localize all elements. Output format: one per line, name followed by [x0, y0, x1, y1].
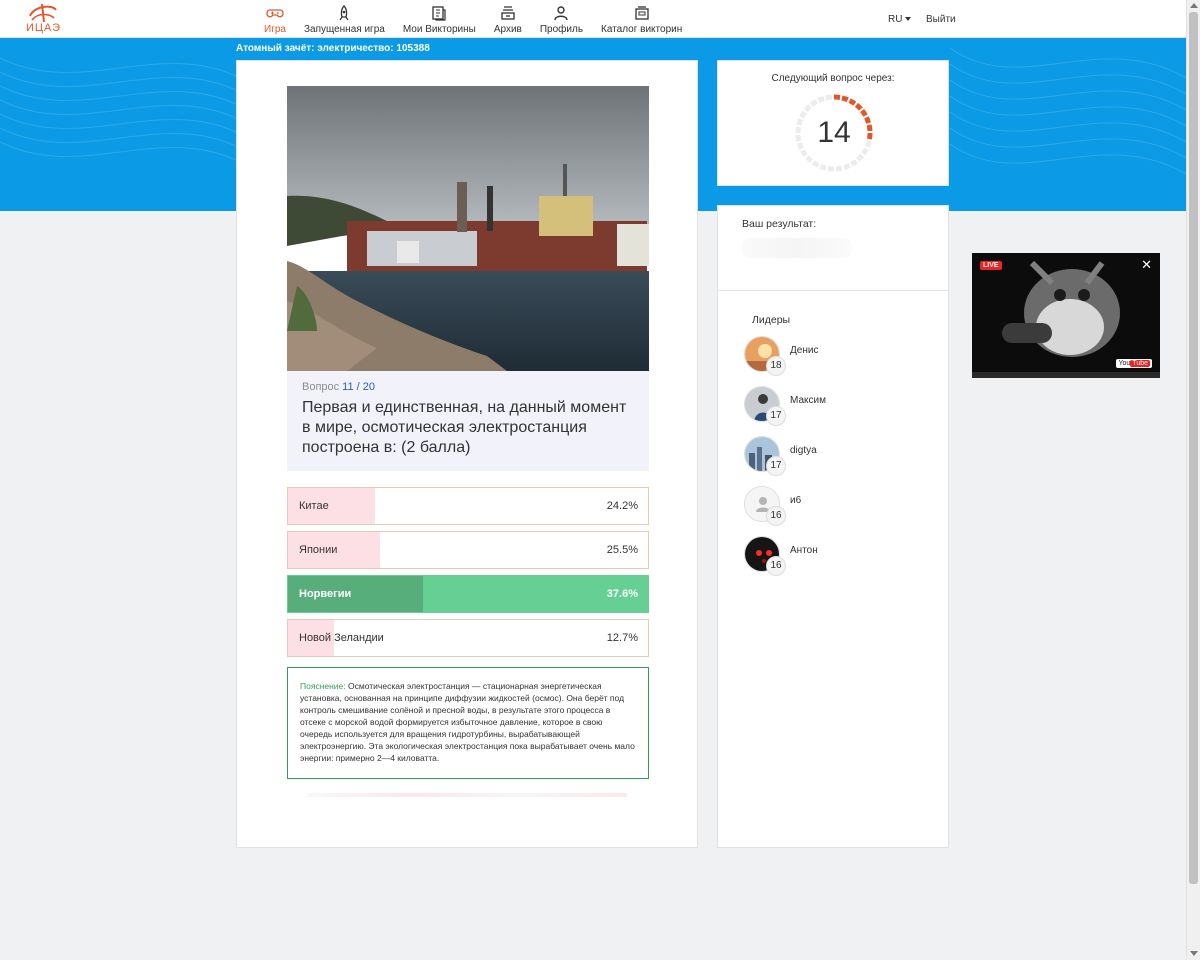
- divider: [718, 290, 948, 291]
- question-number: 11 / 20: [342, 381, 375, 393]
- answer-percent: 24.2%: [606, 500, 638, 512]
- caret-down-icon: [905, 17, 912, 22]
- answer-option-2[interactable]: Японии 25.5%: [287, 531, 649, 569]
- timer-value: 14: [817, 116, 851, 149]
- answer-percent: 37.6%: [606, 588, 638, 600]
- explanation-text: Осмотическая электростанция — стационарн…: [300, 681, 635, 763]
- score-badge: 16: [766, 556, 786, 576]
- leader-item[interactable]: 16 и6: [744, 486, 934, 526]
- youtube-logo[interactable]: You Tube: [1116, 359, 1152, 368]
- question-box: Вопрос 11 / 20 Первая и единственная, на …: [287, 371, 649, 471]
- page-scrollbar[interactable]: [1186, 0, 1200, 960]
- catalog-icon: [634, 6, 649, 20]
- leaders-title: Лидеры: [752, 314, 791, 326]
- question-meta: Вопрос 11 / 20: [302, 381, 634, 393]
- question-image: [287, 86, 649, 371]
- nav-item-game[interactable]: Игра: [258, 0, 292, 38]
- leader-name: и6: [790, 495, 802, 506]
- question-prefix: Вопрос: [302, 381, 340, 393]
- archive-icon: [501, 6, 515, 20]
- main-nav: Игра Запущенная игра Мои Викторины Архив…: [258, 0, 694, 38]
- nav-label: Каталог викторин: [601, 24, 683, 35]
- answer-label: Новой Зеландии: [299, 632, 384, 644]
- scroll-thumb[interactable]: [1189, 12, 1198, 884]
- youtube-you: You: [1118, 360, 1131, 367]
- user-icon: [554, 6, 569, 21]
- result-title: Ваш результат:: [742, 218, 817, 230]
- timer-card: Следующий вопрос через: 14: [717, 60, 949, 186]
- explanation-box: Пояснение: Осмотическая электростанция —…: [287, 667, 649, 779]
- logo-text: ИЦАЭ: [26, 22, 62, 34]
- leader-item[interactable]: 17 Максим: [744, 386, 934, 426]
- nav-item-archive[interactable]: Архив: [488, 0, 528, 38]
- close-icon[interactable]: ✕: [1141, 257, 1152, 273]
- answer-label: Норвегии: [299, 588, 352, 600]
- score-badge: 16: [766, 506, 786, 526]
- timer-title: Следующий вопрос через:: [771, 73, 895, 84]
- blurred-result: [742, 238, 852, 258]
- gamepad-icon: [266, 9, 284, 18]
- scroll-up-icon[interactable]: [1190, 3, 1198, 8]
- question-card: Вопрос 11 / 20 Первая и единственная, на …: [236, 60, 698, 848]
- live-video-player[interactable]: LIVE ✕ You Tube: [972, 253, 1160, 378]
- answer-option-1[interactable]: Китае 24.2%: [287, 487, 649, 525]
- copy-icon: [432, 6, 446, 21]
- nav-label: Архив: [493, 24, 522, 35]
- leader-item[interactable]: 16 Антон: [744, 536, 934, 576]
- nav-item-running-game[interactable]: Запущенная игра: [298, 0, 391, 38]
- nav-item-catalog[interactable]: Каталог викторин: [595, 0, 688, 38]
- leader-name: digtya: [790, 445, 817, 456]
- answer-percent: 25.5%: [606, 544, 638, 556]
- scroll-down-icon[interactable]: [1190, 951, 1198, 956]
- nav-label: Профиль: [539, 24, 584, 35]
- video-progress-bar[interactable]: [972, 372, 1160, 378]
- results-card: Ваш результат: Лидеры 18 Денис 17 Максим…: [717, 205, 949, 848]
- leader-item[interactable]: 17 digtya: [744, 436, 934, 476]
- leader-name: Антон: [790, 545, 818, 556]
- blurred-footer: [307, 793, 627, 797]
- answer-percent: 12.7%: [606, 632, 638, 644]
- logout-link[interactable]: Выйти: [926, 14, 956, 25]
- live-badge: LIVE: [980, 261, 1002, 270]
- nav-item-profile[interactable]: Профиль: [534, 0, 589, 38]
- answer-option-3-correct[interactable]: Норвегии 37.6%: [287, 575, 649, 613]
- leader-name: Максим: [790, 395, 826, 406]
- nav-label: Мои Викторины: [402, 24, 476, 35]
- top-navbar: ИЦАЭ Игра Запущенная игра Мои Викторины …: [0, 0, 1186, 38]
- youtube-tube: Tube: [1130, 360, 1150, 367]
- game-subtitle: Атомный зачёт: электричество: 105388: [236, 43, 430, 54]
- score-badge: 17: [766, 406, 786, 426]
- language-label: RU: [888, 14, 903, 25]
- power-plant-photo: [287, 86, 649, 371]
- answer-label: Японии: [299, 544, 338, 556]
- leader-name: Денис: [790, 345, 819, 356]
- question-text: Первая и единственная, на данный момент …: [302, 399, 627, 456]
- nav-label: Игра: [264, 24, 286, 35]
- score-badge: 18: [766, 356, 786, 376]
- language-selector[interactable]: RU: [888, 14, 912, 25]
- nav-item-my-quizzes[interactable]: Мои Викторины: [397, 0, 482, 38]
- answer-option-4[interactable]: Новой Зеландии 12.7%: [287, 619, 649, 657]
- score-badge: 17: [766, 456, 786, 476]
- answer-label: Китае: [299, 500, 329, 512]
- leader-item[interactable]: 18 Денис: [744, 336, 934, 376]
- rocket-icon: [339, 5, 349, 21]
- explanation-lead: Пояснение:: [300, 681, 346, 691]
- nav-label: Запущенная игра: [303, 24, 385, 35]
